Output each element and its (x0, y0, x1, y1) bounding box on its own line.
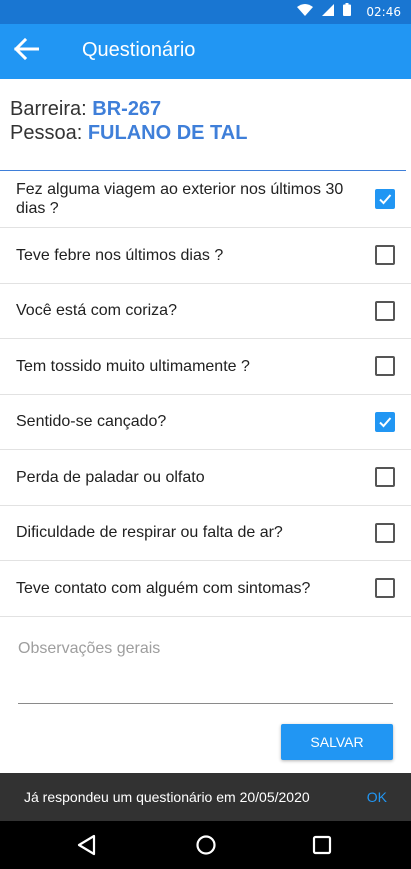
question-checkbox[interactable] (375, 578, 395, 599)
status-icons: 02:46 (297, 0, 401, 24)
status-time: 02:46 (366, 5, 401, 19)
snackbar-ok-button[interactable]: OK (367, 789, 411, 805)
arrow-left-icon (13, 37, 40, 65)
pessoa-label: Pessoa: (10, 122, 83, 144)
question-row-cansaco[interactable]: Sentido-se cançado? (0, 395, 411, 450)
home-circle-icon[interactable] (194, 833, 218, 857)
barreira-line: Barreira: BR-267 (10, 97, 247, 121)
status-bar: 02:46 (0, 0, 411, 24)
barreira-label: Barreira: (10, 98, 87, 120)
question-checkbox[interactable] (375, 356, 395, 377)
page-title: Questionário (82, 39, 196, 61)
observations-field-wrapper (18, 628, 393, 704)
back-triangle-icon[interactable] (75, 833, 99, 857)
question-row-respirar[interactable]: Dificuldade de respirar ou falta de ar? (0, 506, 411, 561)
pessoa-value: FULANO DE TAL (87, 122, 248, 144)
question-text: Fez alguma viagem ao exterior nos último… (16, 181, 344, 217)
signal-icon (322, 3, 335, 21)
barreira-value: BR-267 (92, 98, 162, 120)
wifi-icon (297, 3, 314, 21)
question-checkbox[interactable] (375, 411, 395, 432)
question-text: Perda de paladar ou olfato (16, 468, 205, 486)
recents-square-icon[interactable] (310, 833, 334, 857)
question-checkbox[interactable] (375, 300, 395, 321)
back-button[interactable] (10, 35, 42, 67)
info-block: Barreira: BR-267 Pessoa: FULANO DE TAL (10, 97, 247, 145)
navigation-bar (0, 821, 411, 869)
question-text: Dificuldade de respirar ou falta de ar? (16, 524, 283, 542)
app-bar: Questionário (0, 24, 411, 79)
question-row-contato[interactable]: Teve contato com alguém com sintomas? (0, 561, 411, 617)
question-row-tosse[interactable]: Tem tossido muito ultimamente ? (0, 339, 411, 395)
observations-input[interactable] (18, 628, 393, 658)
check-icon (379, 194, 392, 205)
check-icon (379, 417, 392, 428)
snackbar-message: Já respondeu um questionário em 20/05/20… (24, 789, 310, 805)
question-row-febre[interactable]: Teve febre nos últimos dias ? (0, 228, 411, 284)
question-row-paladar[interactable]: Perda de paladar ou olfato (0, 450, 411, 506)
question-row-coriza[interactable]: Você está com coriza? (0, 284, 411, 339)
battery-icon (343, 3, 352, 21)
question-row-viagem[interactable]: Fez alguma viagem ao exterior nos último… (0, 171, 411, 228)
question-list: Fez alguma viagem ao exterior nos último… (0, 171, 411, 617)
question-text: Teve contato com alguém com sintomas? (16, 579, 311, 597)
save-button[interactable]: SALVAR (281, 724, 393, 760)
question-text: Teve febre nos últimos dias ? (16, 246, 224, 264)
question-checkbox[interactable] (375, 189, 395, 209)
question-checkbox[interactable] (375, 522, 395, 543)
question-text: Você está com coriza? (16, 302, 177, 320)
pessoa-line: Pessoa: FULANO DE TAL (10, 121, 247, 145)
snackbar: Já respondeu um questionário em 20/05/20… (0, 773, 411, 821)
question-checkbox[interactable] (375, 467, 395, 488)
question-text: Tem tossido muito ultimamente ? (16, 357, 250, 375)
question-text: Sentido-se cançado? (16, 413, 167, 431)
question-checkbox[interactable] (375, 245, 395, 266)
